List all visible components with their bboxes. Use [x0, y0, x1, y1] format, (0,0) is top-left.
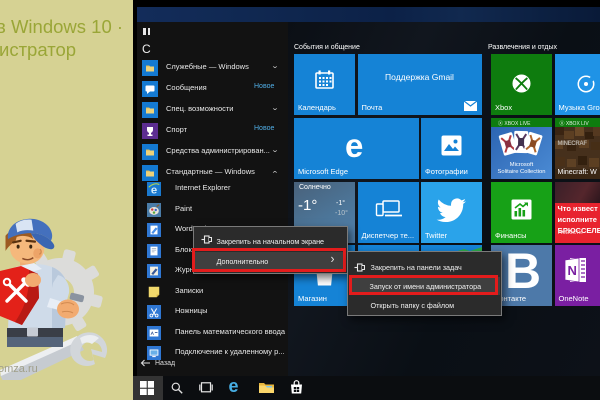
svg-text:N: N — [567, 263, 576, 278]
svg-text:e: e — [151, 184, 157, 196]
